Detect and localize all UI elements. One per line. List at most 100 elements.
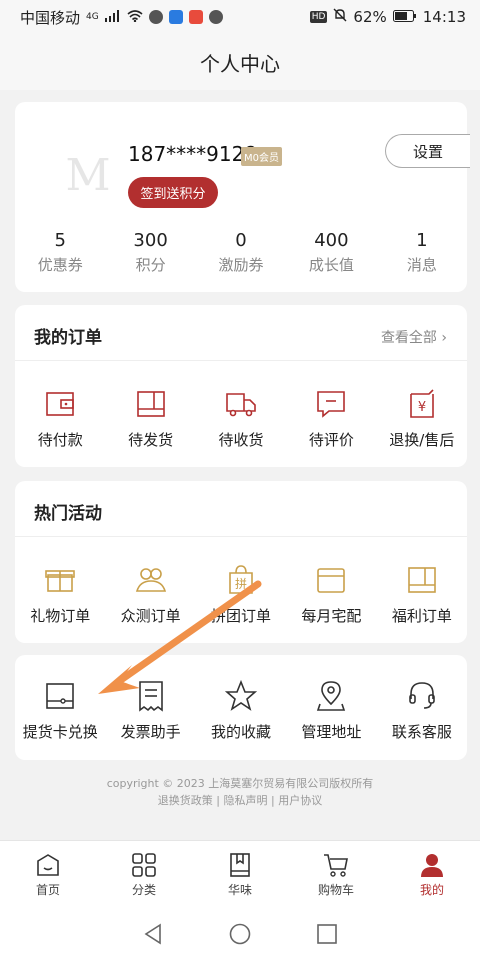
bag-icon: 拼 <box>229 565 253 594</box>
order-pending-payment[interactable]: 待付款 <box>15 387 105 450</box>
wifi-icon <box>127 8 143 26</box>
avatar[interactable]: M <box>53 140 123 210</box>
member-badge: M0会员 <box>241 147 282 166</box>
cart-icon <box>324 853 348 877</box>
badge-text: 拼 <box>235 577 247 591</box>
divider <box>15 536 467 537</box>
back-icon[interactable] <box>142 923 164 945</box>
activities-card: 热门活动 礼物订单 众测订单 拼 拼团订单 每月宅配 福利订单 <box>15 481 467 643</box>
avatar-letter: M <box>65 149 111 201</box>
stat-growth[interactable]: 400 成长值 <box>286 230 376 275</box>
tab-label: 分类 <box>131 882 156 897</box>
tab-cart[interactable]: 购物车 <box>288 841 384 908</box>
order-pending-shipment[interactable]: 待发货 <box>105 387 195 450</box>
location-icon <box>317 681 346 711</box>
card-redeem[interactable]: 提货卡兑换 <box>15 679 105 742</box>
order-pending-receipt[interactable]: 待收货 <box>196 387 286 450</box>
tab-label: 购物车 <box>317 882 354 897</box>
copyright-text: copyright © 2023 上海莫塞尔贸易有限公司版权所有 <box>106 777 374 790</box>
welfare-icon <box>408 567 436 593</box>
stat-incentive-coupons[interactable]: 0 激励券 <box>196 230 286 275</box>
category-icon <box>132 852 156 877</box>
icon-label: 福利订单 <box>391 607 452 625</box>
star-icon <box>224 679 258 711</box>
view-all-orders-link[interactable]: 查看全部 › <box>381 327 447 347</box>
order-status-row: 待付款 待发货 待收货 待评价 ¥ 退换/售后 <box>15 387 467 450</box>
order-refund[interactable]: ¥ 退换/售后 <box>377 387 467 450</box>
stat-label: 成长值 <box>308 256 354 274</box>
icon-label: 礼物订单 <box>30 607 91 625</box>
bottom-tab-bar: 首页 分类 华味 购物车 我的 <box>0 840 480 908</box>
home-circle-icon[interactable] <box>229 923 251 945</box>
icon-label: 众测订单 <box>120 607 181 625</box>
orders-card: 我的订单 查看全部 › 待付款 待发货 待收货 待评价 ¥ 退换/售后 <box>15 305 467 467</box>
page-title: 个人中心 <box>200 51 280 76</box>
page-header: 个人中心 <box>0 34 480 90</box>
app-notification-icon <box>188 10 203 24</box>
gift-icon <box>45 570 76 592</box>
group-buy-orders[interactable]: 拼 拼团订单 <box>196 563 286 626</box>
icon-label: 管理地址 <box>301 723 362 741</box>
home-icon <box>37 853 59 876</box>
monthly-delivery[interactable]: 每月宅配 <box>286 563 376 626</box>
battery-percent: 62% <box>353 8 387 26</box>
order-pending-review[interactable]: 待评价 <box>286 387 376 450</box>
view-all-label: 查看全部 <box>380 330 437 346</box>
gift-orders[interactable]: 礼物订单 <box>15 563 105 626</box>
stats-row: 5 优惠券 300 积分 0 激励券 400 成长值 1 消息 <box>15 230 467 275</box>
stat-value: 300 <box>133 230 168 251</box>
chevron-right-icon: › <box>441 330 447 346</box>
tab-huawei[interactable]: 华味 <box>192 841 288 908</box>
icon-label: 提货卡兑换 <box>22 723 98 741</box>
settings-button[interactable]: 设置 <box>385 134 470 168</box>
app-notification-icon <box>168 10 183 24</box>
recents-icon[interactable] <box>316 923 338 945</box>
stat-value: 1 <box>416 230 428 251</box>
welfare-orders[interactable]: 福利订单 <box>377 563 467 626</box>
icon-label: 每月宅配 <box>301 607 362 625</box>
icon-label: 发票助手 <box>120 723 181 741</box>
comment-icon <box>317 391 346 418</box>
tab-label: 我的 <box>419 882 444 897</box>
manage-address[interactable]: 管理地址 <box>286 679 376 742</box>
group-icon <box>135 568 166 592</box>
invoice-icon <box>138 681 163 712</box>
carrier-label: 中国移动 <box>20 8 81 27</box>
clock: 14:13 <box>422 8 466 26</box>
stat-messages[interactable]: 1 消息 <box>377 230 467 275</box>
tab-mine[interactable]: 我的 <box>384 841 480 908</box>
invoice-assistant[interactable]: 发票助手 <box>105 679 195 742</box>
stat-coupons[interactable]: 5 优惠券 <box>15 230 105 275</box>
network-label: 4G <box>86 12 99 22</box>
stat-points[interactable]: 300 积分 <box>105 230 195 275</box>
profile-card: M 187****9128 M0会员 签到送积分 设置 5 优惠券 300 积分 0… <box>15 102 470 292</box>
battery-icon <box>392 8 417 26</box>
signal-icon <box>104 8 121 26</box>
tab-home[interactable]: 首页 <box>0 841 96 908</box>
signin-button[interactable]: 签到送积分 <box>128 177 218 208</box>
stat-label: 消息 <box>406 256 437 274</box>
mute-icon <box>333 8 347 26</box>
svg-text:¥: ¥ <box>418 400 426 415</box>
divider <box>15 360 467 361</box>
section-title: 我的订单 <box>34 328 102 348</box>
my-favorites[interactable]: 我的收藏 <box>196 679 286 742</box>
customer-service[interactable]: 联系客服 <box>377 679 467 742</box>
section-title: 热门活动 <box>34 504 102 524</box>
icon-label: 联系客服 <box>391 723 452 741</box>
icon-label: 待发货 <box>128 431 174 449</box>
phone-number: 187****9128 <box>128 142 258 166</box>
crowd-test-orders[interactable]: 众测订单 <box>105 563 195 626</box>
headset-icon <box>409 682 435 709</box>
book-icon <box>230 852 250 877</box>
stat-label: 优惠券 <box>37 256 83 274</box>
stat-value: 0 <box>235 230 247 251</box>
icon-label: 拼团订单 <box>211 607 272 625</box>
card-icon <box>46 683 75 709</box>
status-bar: 中国移动 4G HD 62% 14:13 <box>0 0 480 34</box>
tools-row: 提货卡兑换 发票助手 我的收藏 管理地址 联系客服 <box>15 679 467 742</box>
policy-links[interactable]: 退换货政策 | 隐私声明 | 用户协议 <box>0 792 480 809</box>
tab-category[interactable]: 分类 <box>96 841 192 908</box>
chat-app-icon <box>148 10 163 24</box>
user-icon <box>421 853 443 877</box>
